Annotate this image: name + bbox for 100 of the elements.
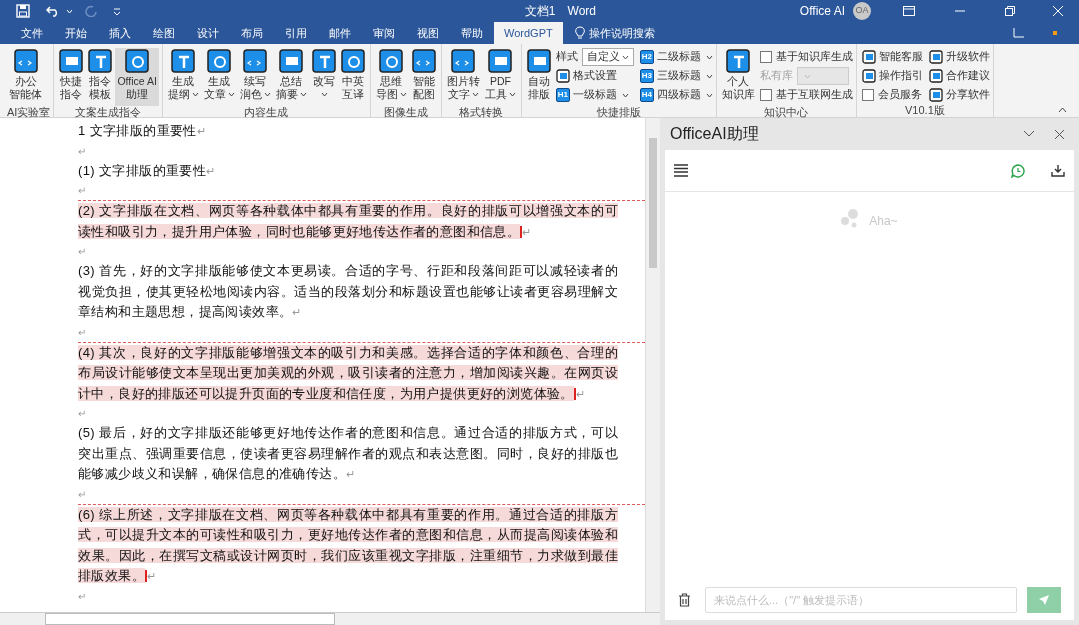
group-label: AI实验室 [7, 106, 51, 118]
button-label: 指令 [89, 75, 112, 88]
app-icon [340, 49, 365, 73]
ribbon-button[interactable]: Office AI 助理 [115, 48, 159, 106]
ribbon-tab[interactable]: 布局 [230, 22, 274, 44]
ribbon-button[interactable]: H2 二级标题 [639, 49, 713, 65]
button-label: 总结 [280, 75, 303, 88]
collapse-ribbon-icon[interactable] [1058, 107, 1067, 113]
button-label: 续写 [244, 75, 267, 88]
ribbon-tab[interactable]: 文件 [10, 22, 54, 44]
paragraph-mark: ↵ [78, 325, 86, 340]
ribbon-tab[interactable]: 插入 [98, 22, 142, 44]
ribbon-tab[interactable]: 引用 [274, 22, 318, 44]
download-icon[interactable] [1051, 164, 1065, 177]
ribbon-tab[interactable]: 绘图 [142, 22, 186, 44]
checkbox[interactable]: 基于知识库生成 [759, 49, 853, 65]
horizontal-scrollbar[interactable] [0, 612, 660, 625]
ribbon-button[interactable]: 改写 [309, 48, 338, 106]
caret-icon [621, 92, 629, 98]
ribbon-tab[interactable]: WordGPT [494, 22, 563, 44]
checkbox[interactable]: 会员服务 [861, 87, 922, 103]
group-label: 格式转换 [458, 106, 505, 118]
ribbon-button[interactable]: 合作建议 [928, 68, 990, 84]
group-label: 文案生成指令 [74, 106, 143, 118]
ribbon-tab[interactable]: 邮件 [318, 22, 362, 44]
button-label: 智能 [412, 75, 435, 88]
ribbon-button[interactable]: 格式设置 [555, 68, 617, 84]
paragraph-mark: ↵ [78, 589, 86, 604]
ribbon-button[interactable]: H1 一级标题 [555, 87, 629, 103]
app-icon [243, 49, 268, 73]
ribbon-button[interactable]: 快捷 指令 [57, 48, 86, 106]
avatar[interactable]: OA [853, 2, 871, 20]
button-label: 助理 [126, 88, 149, 101]
paragraph-mark: ↵ [78, 184, 86, 198]
app-icon [861, 50, 876, 64]
app-icon [311, 49, 336, 73]
ribbon-tab[interactable]: 帮助 [450, 22, 494, 44]
ribbon-button[interactable]: 思维 导图 [373, 48, 409, 106]
ribbon-button[interactable]: 总结 摘要 [273, 48, 309, 106]
ribbon-button[interactable]: 智能客服 [861, 49, 923, 65]
trash-icon[interactable] [678, 593, 691, 607]
field-label: 样式 [555, 49, 578, 65]
caret-icon [321, 92, 329, 97]
ribbon-button[interactable]: 升级软件 [928, 49, 990, 65]
ribbon-button[interactable]: 图片转 文字 [444, 48, 482, 106]
ribbon-tab[interactable]: 审阅 [362, 22, 406, 44]
button-label: 文字 [447, 88, 470, 101]
app-icon [861, 69, 876, 83]
panel-title: OfficeAI助理 [670, 124, 760, 144]
caret-icon [191, 92, 199, 97]
ribbon-button[interactable]: PDF 工具 [482, 48, 518, 106]
account-name[interactable]: Office AI [799, 2, 845, 20]
ribbon-button[interactable]: 指令 模板 [86, 48, 115, 106]
comment-icon[interactable] [1013, 28, 1025, 38]
ribbon-button[interactable]: 生成 提纲 [165, 48, 201, 106]
vertical-scrollbar[interactable] [645, 118, 660, 612]
paragraph: (2) 文字排版在文档、网页等各种载体中都具有重要的作用。良好的排版可以增强文本的可读性和吸引力，提升用户体验，同时也能够更好地传达作者的意图和信息。↵ [78, 200, 645, 242]
app-icon [451, 49, 476, 73]
ribbon-button[interactable]: 生成 文章 [201, 48, 237, 106]
ribbon-button[interactable]: 分享软件 [928, 87, 990, 103]
app-icon [555, 69, 570, 83]
app-icon [411, 49, 436, 73]
restore-icon[interactable] [1005, 6, 1015, 16]
ribbon-button[interactable]: 办公 智能体 [7, 48, 44, 106]
ribbon-button[interactable]: H4 四级标题 [639, 87, 713, 103]
ribbon-button[interactable]: 自动 排版 [524, 48, 553, 106]
app-icon [279, 49, 304, 73]
ribbon-button[interactable]: 智能 配图 [409, 48, 438, 106]
ribbon-tab[interactable]: 视图 [406, 22, 450, 44]
tell-me-search[interactable]: 操作说明搜索 [588, 22, 655, 44]
ribbon-button[interactable]: 续写 润色 [237, 48, 273, 106]
close-icon[interactable] [1055, 129, 1064, 139]
caret-icon [705, 54, 713, 60]
button-label: 改写 [312, 75, 335, 88]
caret-icon [399, 92, 407, 97]
paragraph: (4) 其次，良好的文字排版能够增强文本的吸引力和美感。选择合适的字体和颜色、合理的布局设计能够使文本呈现出更加美观的外观，吸引读者的注意力，增加阅读兴趣。在网页设计中，良好的排版还可以提升页面的专业度和信任度，为用户提供更好的浏览体验。↵ [78, 341, 645, 404]
undo-icon[interactable] [46, 5, 60, 17]
app-icon [125, 49, 150, 73]
save-icon[interactable] [16, 4, 30, 18]
caret-icon [508, 92, 516, 97]
checkbox[interactable]: 基于互联网生成 [759, 87, 853, 103]
lightbulb-icon [574, 26, 585, 40]
ribbon-display-icon[interactable] [903, 6, 915, 16]
send-icon [1038, 594, 1050, 606]
caret-icon [621, 54, 629, 60]
ribbon-tab[interactable]: 开始 [54, 22, 98, 44]
ribbon-button[interactable]: H3 三级标题 [639, 68, 713, 84]
button-label: 文章 [203, 88, 226, 101]
style-dropdown[interactable]: 自定义 [581, 48, 634, 66]
group-label: 内容生成 [243, 106, 290, 118]
customize-icon[interactable] [113, 7, 121, 15]
ribbon-button[interactable]: 中英 互译 [338, 48, 367, 106]
ribbon-tab[interactable]: 设计 [186, 22, 230, 44]
button-label: 生成 [172, 75, 195, 88]
history-icon[interactable] [1011, 163, 1025, 178]
ribbon-button[interactable]: 操作指引 [861, 68, 923, 84]
ribbon-button[interactable]: 个人 知识库 [719, 48, 757, 106]
chevron-down-icon[interactable] [1023, 130, 1035, 138]
button-label: 办公 [14, 75, 37, 88]
message-input[interactable]: 来说点什么...（"/" 触发提示语） [705, 587, 1017, 613]
